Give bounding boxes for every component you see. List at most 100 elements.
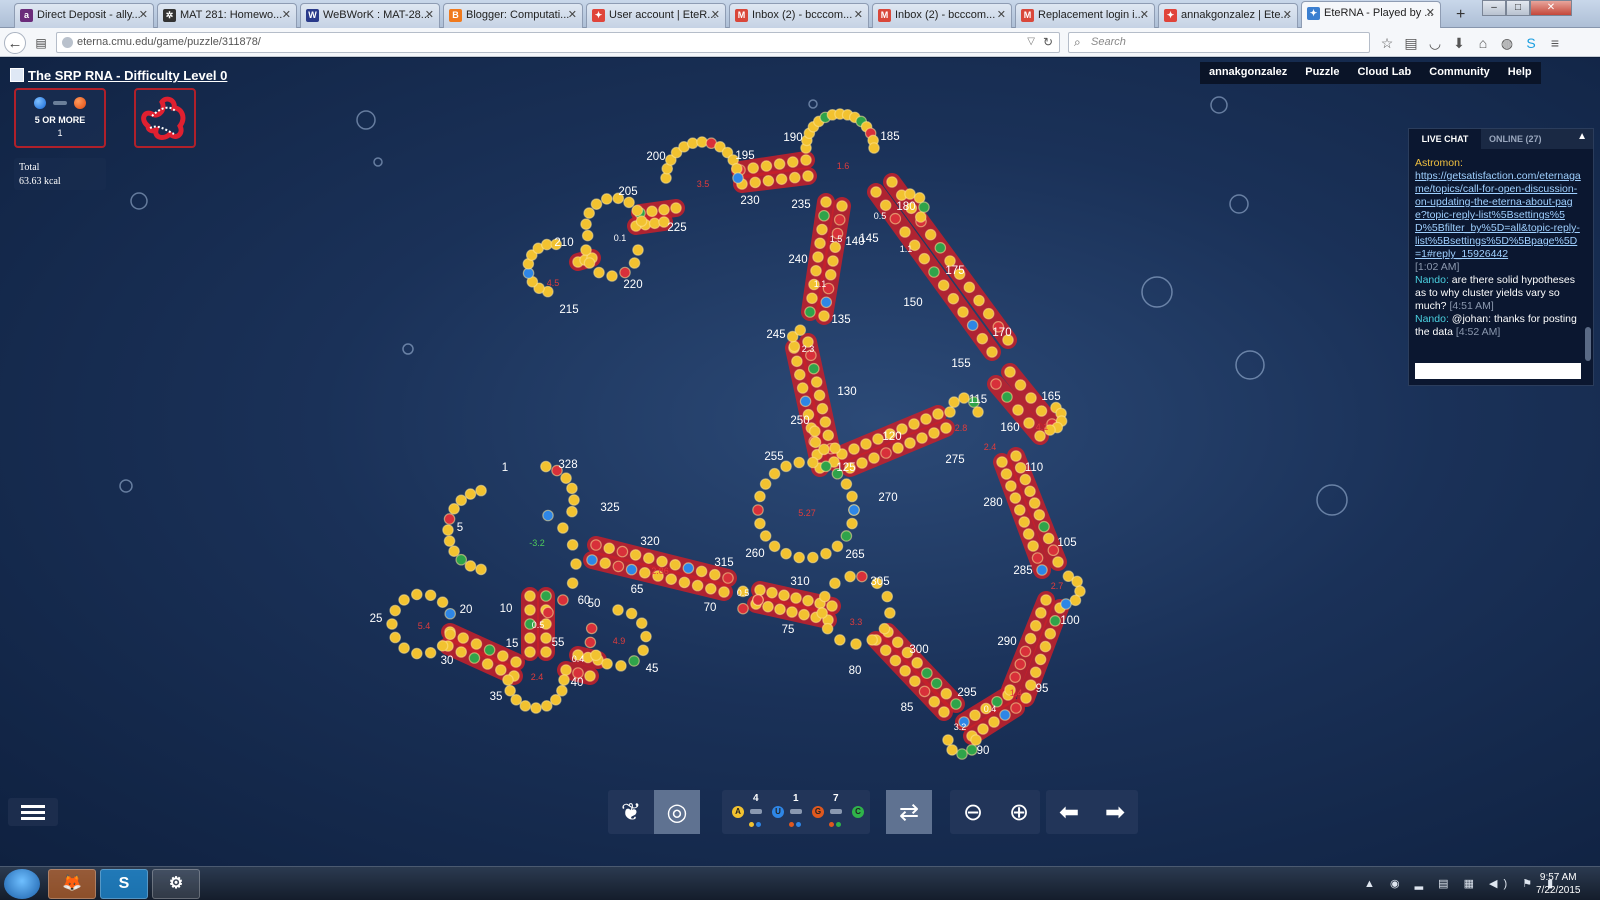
nucleotide[interactable] [1010, 450, 1022, 462]
nucleotide[interactable] [586, 554, 598, 566]
nucleotide[interactable] [549, 693, 562, 706]
nucleotide[interactable] [424, 646, 437, 659]
chat-username[interactable]: Astromon [1415, 157, 1460, 169]
nucleotide[interactable] [950, 698, 962, 710]
tab-close-icon[interactable]: ✕ [139, 8, 148, 21]
nucleotide[interactable] [844, 570, 856, 583]
nucleotide[interactable] [603, 542, 615, 555]
nucleotide[interactable] [510, 656, 522, 668]
nucleotide[interactable] [695, 565, 708, 578]
nucleotide[interactable] [840, 478, 853, 490]
pair-gu-icon[interactable] [790, 809, 802, 814]
nucleotide[interactable] [566, 505, 578, 518]
browser-tab[interactable]: ✦ User account | EteR... ✕ [586, 3, 726, 28]
nucleotide[interactable] [908, 418, 920, 430]
browser-tab[interactable]: ✦ EteRNA - Played by ... ✕ [1301, 1, 1441, 28]
bubble[interactable] [402, 343, 414, 355]
nucleotide[interactable] [468, 652, 481, 664]
nucleotide[interactable] [1034, 653, 1047, 666]
back-arrow-icon[interactable]: ← [4, 32, 26, 54]
nucleotide[interactable] [944, 406, 956, 418]
nucleotide[interactable] [899, 665, 911, 677]
nucleotide[interactable] [773, 158, 786, 170]
nucleotide[interactable] [884, 607, 896, 619]
nucleotide[interactable] [1071, 575, 1083, 588]
nucleotide[interactable] [799, 395, 812, 408]
nucleotide[interactable] [1004, 366, 1016, 378]
browser-tab[interactable]: M Inbox (2) - bcccom... ✕ [872, 3, 1012, 28]
nucleotide[interactable] [625, 607, 638, 620]
nucleotide[interactable] [623, 196, 635, 209]
nucleotide[interactable] [918, 685, 931, 698]
nucleotide[interactable] [524, 604, 536, 616]
nucleotide[interactable] [1044, 627, 1057, 640]
nucleotide[interactable] [760, 160, 773, 172]
nucleotide[interactable] [502, 674, 514, 686]
nucleotide[interactable] [820, 460, 832, 473]
maximize-button[interactable]: □ [1506, 0, 1530, 16]
nucleotide[interactable] [398, 594, 410, 606]
system-tray-icons[interactable]: ▲ ◉ ▂ ▤ ▦ ◀) ⚑ ▮ [1364, 877, 1559, 890]
nucleotide[interactable] [1024, 485, 1036, 498]
nucleotide[interactable] [600, 193, 613, 205]
url-dropdown-icon[interactable]: ▽ [1027, 36, 1035, 47]
pair-gc-icon[interactable] [830, 809, 842, 814]
browser-tab[interactable]: ✦ annakgonzalez | Ete... ✕ [1158, 3, 1298, 28]
nucleotide[interactable] [988, 716, 1000, 728]
nucleotide[interactable] [824, 268, 837, 281]
nucleotide[interactable] [568, 494, 580, 506]
nucleotide[interactable] [860, 438, 872, 450]
browser-tab[interactable]: M Replacement login i... ✕ [1015, 3, 1155, 28]
nucleotide[interactable] [880, 447, 892, 459]
nucleotide[interactable] [691, 579, 704, 592]
chat-input[interactable] [1415, 363, 1581, 379]
nucleotide[interactable] [612, 560, 625, 573]
nucleotide[interactable] [599, 557, 611, 569]
nucleotide[interactable] [590, 539, 602, 551]
nucleotide[interactable] [1035, 405, 1048, 417]
nucleotide[interactable] [629, 549, 642, 561]
nucleotide[interactable] [524, 590, 536, 602]
nucleotide[interactable] [542, 606, 554, 619]
nucleotide[interactable] [475, 563, 487, 576]
nucleotide[interactable] [829, 442, 841, 454]
nucleotide[interactable] [1040, 594, 1052, 606]
nucleotide[interactable] [540, 460, 552, 473]
bookmark-star-icon[interactable]: ☆ [1378, 34, 1396, 52]
nucleotide[interactable] [996, 456, 1008, 468]
nucleotide[interactable] [963, 281, 976, 294]
nucleotide[interactable] [593, 266, 605, 279]
nucleotide[interactable] [686, 137, 699, 150]
nucleotide[interactable] [436, 640, 449, 652]
nucleotide[interactable] [1018, 516, 1031, 528]
taskbar-clock[interactable]: 9:57 AM 7/22/2015 [1536, 871, 1581, 897]
firefox-taskbar-icon[interactable]: 🦊 [48, 869, 96, 899]
nucleotide[interactable] [443, 513, 456, 525]
nucleotide[interactable] [646, 205, 658, 218]
nucleotide[interactable] [881, 590, 894, 603]
nucleotide[interactable] [946, 744, 958, 756]
nucleotide[interactable] [1027, 540, 1039, 552]
nucleotide[interactable] [918, 252, 931, 265]
nucleotide[interactable] [601, 657, 613, 670]
nucleotide[interactable] [496, 650, 509, 662]
nucleotide[interactable] [810, 264, 822, 277]
nucleotide[interactable] [557, 594, 569, 606]
nucleotide[interactable] [791, 355, 803, 368]
nucleotide[interactable] [790, 592, 802, 604]
nucleotide[interactable] [766, 586, 778, 599]
nucleotide[interactable] [1010, 702, 1022, 714]
base-g-button[interactable]: G [812, 806, 824, 818]
nucleotide[interactable] [530, 702, 542, 714]
close-window-button[interactable]: ✕ [1530, 0, 1572, 16]
nucleotide[interactable] [524, 646, 536, 658]
nucleotide[interactable] [829, 577, 841, 590]
nucleotide[interactable] [940, 687, 953, 700]
tab-close-icon[interactable]: ✕ [1140, 8, 1149, 21]
nucleotide[interactable] [455, 553, 468, 566]
bubble[interactable] [1210, 96, 1228, 114]
nucleotide[interactable] [1024, 632, 1037, 645]
nucleotide[interactable] [798, 608, 810, 621]
nucleotide[interactable] [448, 545, 460, 557]
nucleotide[interactable] [1029, 619, 1042, 632]
